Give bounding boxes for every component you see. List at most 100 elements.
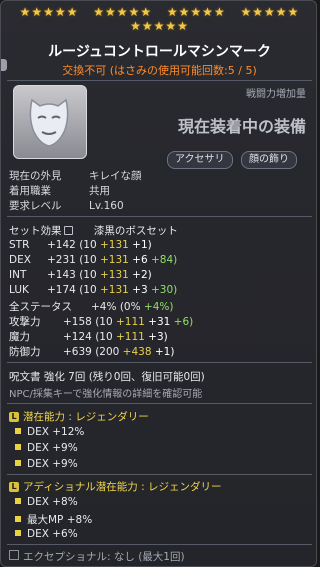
scroll-info: 呪文書 強化 7回 (残り0回、復旧可能0回) <box>9 371 205 383</box>
stat-name: LUK <box>9 284 29 296</box>
stat-star: +31 <box>144 316 171 328</box>
exceptional-text: エクセプショナル: なし (最大1回) <box>23 551 185 563</box>
additional-potential-header: L アディショナル潜在能力 : レジェンダリー <box>9 479 221 494</box>
stat-row-luk: LUK +174 (10 +131 +3 +30) <box>9 284 177 296</box>
stat-base: (0% <box>119 301 144 313</box>
potential-line-text: DEX +9% <box>27 458 78 470</box>
star-group: ★★★★★ <box>130 19 189 33</box>
item-tooltip: ★★★★★ ★★★★★ ★★★★★ ★★★★★ ★★★★★ ルージュコントロール… <box>0 0 317 567</box>
stat-total: +158 <box>63 316 92 328</box>
stat-flame: +131 <box>99 269 129 281</box>
additional-line-text: DEX +6% <box>27 528 78 540</box>
job-row: 着用職業 共用 <box>9 183 110 198</box>
set-effect-value: 漆黒のボスセット <box>93 225 178 237</box>
potential-line: DEX +12% <box>15 426 84 438</box>
potential-line-text: DEX +9% <box>27 442 78 454</box>
stat-base: (10 <box>79 284 100 296</box>
stat-row-defense: 防御力 +639 (200 +438 +1) <box>9 344 174 359</box>
star-force-row: ★★★★★ ★★★★★ ★★★★★ ★★★★★ ★★★★★ <box>1 5 316 33</box>
appearance-row: 現在の外見 キレイな顔 <box>9 168 142 183</box>
legendary-badge-icon: L <box>9 482 19 492</box>
stat-row-dex: DEX +231 (10 +131 +6 +84) <box>9 254 177 266</box>
stat-total: +639 <box>63 346 92 358</box>
additional-potential-line: 最大MP +8% <box>15 512 92 527</box>
stat-name: STR <box>9 239 30 251</box>
job-value: 共用 <box>89 185 110 197</box>
legendary-badge-icon: L <box>9 412 19 422</box>
additional-line-text: DEX +8% <box>27 496 78 508</box>
enhance-hint: NPC/採集キーで強化情報の詳細を確認可能 <box>9 389 203 400</box>
stat-flame: +111 <box>115 316 145 328</box>
trade-status: 交換不可 (はさみの使用可能回数:5 / 5) <box>62 64 257 77</box>
divider <box>7 80 312 81</box>
stat-star: +1) <box>151 346 175 358</box>
tag-face-accessory: 顔の飾り <box>241 151 297 169</box>
potential-label: 潜在能力 : レジェンダリー <box>23 411 149 423</box>
star-group: ★★★★★ <box>19 5 79 19</box>
combat-power-label: 戦闘力増加量 <box>246 89 306 100</box>
level-label: 要求レベル <box>9 200 62 212</box>
bullet-icon <box>15 530 21 536</box>
stat-flame: +438 <box>122 346 152 358</box>
stat-base: (10 <box>79 239 100 251</box>
stat-name: INT <box>9 269 27 281</box>
currently-equipped-label: 現在装着中の装備 <box>177 117 306 136</box>
stat-total: +142 <box>47 239 76 251</box>
star-group: ★★★★★ <box>166 5 226 19</box>
stat-name: DEX <box>9 254 31 266</box>
stat-base: (10 <box>95 331 116 343</box>
divider <box>7 216 312 217</box>
stat-total: +124 <box>63 331 92 343</box>
additional-line-text: 最大MP +8% <box>27 514 93 526</box>
stat-star: +2) <box>128 269 152 281</box>
stat-flame: +131 <box>99 254 129 266</box>
stat-row-attack: 攻撃力 +158 (10 +111 +31 +6) <box>9 314 193 329</box>
divider <box>7 544 312 545</box>
stat-total: +143 <box>47 269 76 281</box>
appearance-value: キレイな顔 <box>89 170 142 182</box>
stat-star: +3 <box>128 284 148 296</box>
divider <box>7 474 312 475</box>
stat-base: (10 <box>79 254 100 266</box>
stat-extra: +30) <box>147 284 178 296</box>
set-effect-row: セット効果 漆黒のボスセット <box>9 223 178 238</box>
stat-total: +4% <box>91 301 117 313</box>
lock-icon <box>63 226 73 235</box>
stat-base: (10 <box>79 269 100 281</box>
stat-flame: +111 <box>115 331 145 343</box>
stat-name: 攻撃力 <box>9 316 41 328</box>
level-row: 要求レベル Lv.160 <box>9 198 124 213</box>
stat-total: +174 <box>47 284 76 296</box>
appearance-label: 現在の外見 <box>9 170 62 182</box>
stat-star: +6 <box>128 254 148 266</box>
stat-flame: +131 <box>99 284 129 296</box>
stat-extra: +84) <box>147 254 178 266</box>
bullet-icon <box>15 460 21 466</box>
stat-name: 防御力 <box>9 346 41 358</box>
additional-potential-line: DEX +8% <box>15 496 78 508</box>
divider <box>7 362 312 363</box>
tag-accessory: アクセサリ <box>167 151 233 169</box>
set-effect-label: セット効果 <box>9 225 62 237</box>
stat-total: +231 <box>47 254 76 266</box>
divider <box>7 403 312 404</box>
star-group: ★★★★★ <box>93 5 153 19</box>
bullet-icon <box>15 516 21 522</box>
mask-icon <box>29 98 69 147</box>
bullet-icon <box>15 444 21 450</box>
stat-row-all-stat: 全ステータス +4% (0% +4%) <box>9 299 173 314</box>
stat-base: (200 <box>95 346 123 358</box>
stat-row-magic: 魔力 +124 (10 +111 +3) <box>9 329 168 344</box>
bullet-icon <box>15 498 21 504</box>
bullet-icon <box>15 428 21 434</box>
potential-line-text: DEX +12% <box>27 426 85 438</box>
level-value: Lv.160 <box>89 200 124 212</box>
stat-star: +1) <box>128 239 152 251</box>
additional-potential-line: DEX +6% <box>15 528 78 540</box>
stat-star: +3) <box>144 331 168 343</box>
additional-potential-label: アディショナル潜在能力 : レジェンダリー <box>23 481 222 493</box>
stat-row-int: INT +143 (10 +131 +2) <box>9 269 152 281</box>
stat-row-str: STR +142 (10 +131 +1) <box>9 239 152 251</box>
potential-line: DEX +9% <box>15 442 78 454</box>
exceptional-row: エクセプショナル: なし (最大1回) <box>9 549 185 564</box>
